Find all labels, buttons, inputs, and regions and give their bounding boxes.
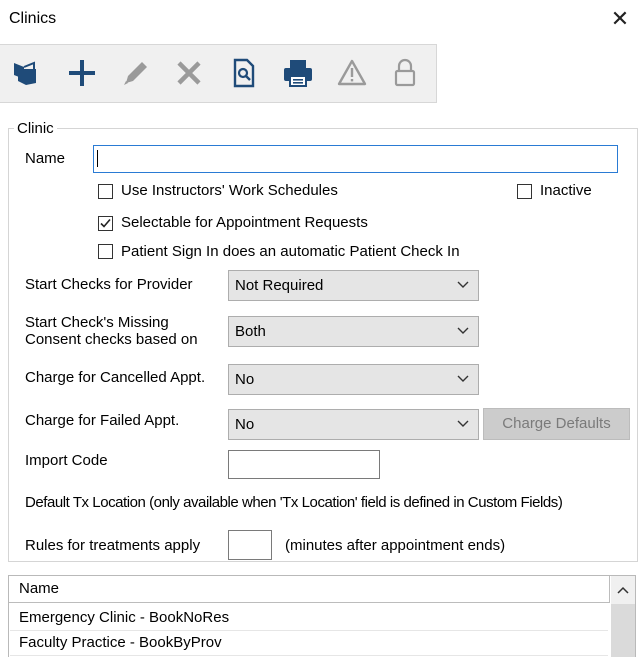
preview-icon[interactable]: [225, 55, 261, 91]
use-instructors-label: Use Instructors' Work Schedules: [121, 182, 338, 199]
chevron-down-icon: [457, 327, 469, 334]
default-tx-location-label: Default Tx Location (only available when…: [25, 494, 563, 511]
inactive-label: Inactive: [540, 182, 592, 199]
missing-consent-label: Start Check's Missing Consent checks bas…: [25, 314, 198, 348]
missing-consent-select[interactable]: Both: [228, 316, 479, 347]
checkmark-icon: [100, 218, 111, 228]
clinic-group-title: Clinic: [14, 120, 57, 137]
list-column-header[interactable]: Name: [9, 576, 610, 603]
name-input[interactable]: [93, 145, 618, 173]
patient-sign-in-checkbox[interactable]: [98, 244, 113, 259]
charge-failed-value: No: [235, 416, 255, 433]
charge-failed-select[interactable]: No: [228, 409, 479, 440]
printer-icon[interactable]: [280, 55, 316, 91]
toolbar: [0, 44, 437, 103]
missing-consent-label-line1: Start Check's Missing: [25, 314, 169, 331]
chevron-down-icon: [457, 375, 469, 382]
list-item-label: Faculty Practice - BookByProv: [19, 634, 222, 651]
rules-minutes-input[interactable]: [228, 530, 272, 560]
rules-label: Rules for treatments apply: [25, 537, 201, 554]
start-checks-label: Start Checks for Provider: [25, 276, 193, 293]
missing-consent-label-line2: Consent checks based on: [25, 331, 198, 348]
pencil-icon: [118, 55, 154, 91]
chevron-down-icon: [457, 281, 469, 288]
charge-cancelled-value: No: [235, 371, 255, 388]
import-code-input[interactable]: [228, 450, 380, 479]
missing-consent-value: Both: [235, 323, 266, 340]
charge-cancelled-label: Charge for Cancelled Appt.: [25, 369, 206, 386]
start-checks-value: Not Required: [235, 277, 324, 294]
chevron-down-icon: [457, 420, 469, 427]
x-delete-icon: [171, 55, 207, 91]
list-item-label: Emergency Clinic - BookNoRes: [19, 609, 230, 626]
charge-cancelled-select[interactable]: No: [228, 364, 479, 395]
warning-icon: [334, 55, 370, 91]
lock-icon: [387, 55, 423, 91]
open-folder-icon[interactable]: [8, 55, 44, 91]
selectable-label: Selectable for Appointment Requests: [121, 214, 368, 231]
start-checks-select[interactable]: Not Required: [228, 270, 479, 301]
plus-icon[interactable]: [64, 55, 100, 91]
window-title: Clinics: [9, 10, 57, 27]
close-icon[interactable]: ✕: [607, 6, 633, 32]
import-code-label: Import Code: [25, 452, 108, 469]
name-label: Name: [25, 150, 66, 167]
charge-defaults-button: Charge Defaults: [483, 408, 630, 440]
rules-suffix-label: (minutes after appointment ends): [285, 537, 506, 554]
list-item[interactable]: Faculty Practice - BookByProv: [10, 631, 608, 656]
use-instructors-checkbox[interactable]: [98, 184, 113, 199]
inactive-checkbox[interactable]: [517, 184, 532, 199]
scroll-up-button[interactable]: [611, 576, 635, 604]
list-header-name: Name: [19, 580, 60, 597]
chevron-up-icon: [617, 586, 629, 594]
selectable-checkbox[interactable]: [98, 216, 113, 231]
text-caret: [97, 150, 98, 167]
patient-sign-in-label: Patient Sign In does an automatic Patien…: [121, 243, 460, 260]
charge-failed-label: Charge for Failed Appt.: [25, 412, 180, 429]
list-item[interactable]: Emergency Clinic - BookNoRes: [10, 606, 608, 631]
